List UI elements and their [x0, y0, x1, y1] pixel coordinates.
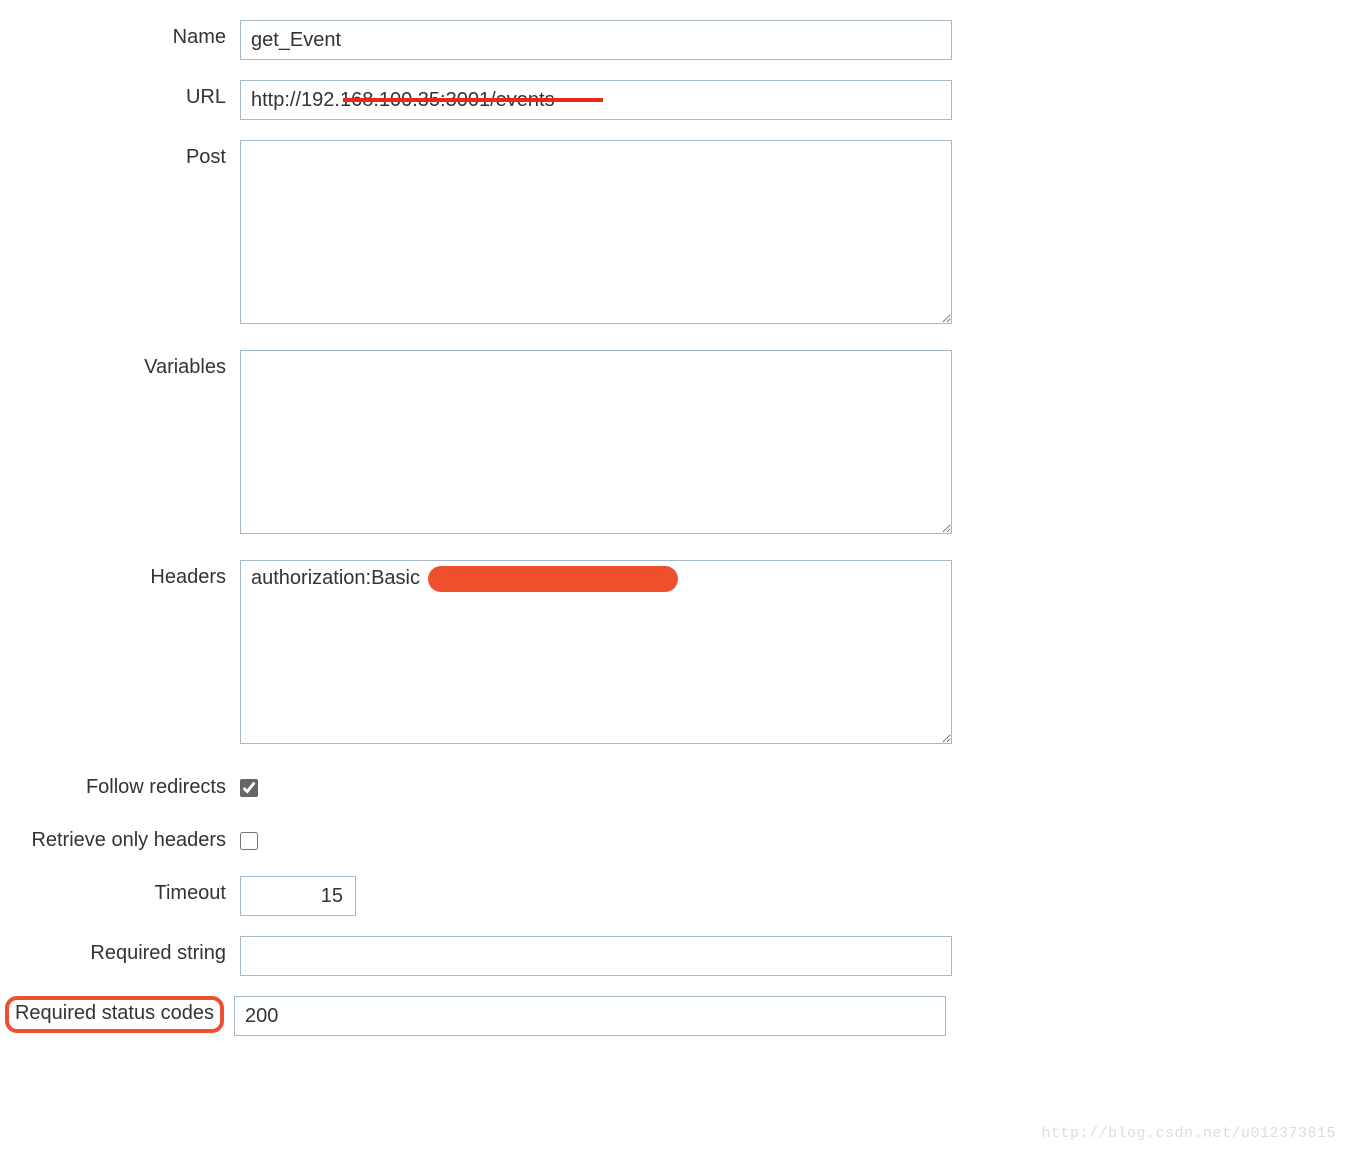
required-status-codes-label: Required status codes	[15, 1002, 214, 1024]
retrieve-only-headers-label: Retrieve only headers	[0, 823, 240, 852]
row-post: Post	[0, 140, 1354, 330]
variables-label: Variables	[0, 350, 240, 379]
row-name: Name	[0, 20, 1354, 60]
name-input[interactable]	[240, 20, 952, 60]
row-url: URL	[0, 80, 1354, 120]
required-status-codes-input[interactable]	[234, 996, 946, 1036]
follow-redirects-label: Follow redirects	[0, 770, 240, 799]
post-label: Post	[0, 140, 240, 169]
variables-textarea[interactable]	[240, 350, 952, 534]
required-string-label: Required string	[0, 936, 240, 965]
watermark-text: http://blog.csdn.net/u012373815	[1041, 1125, 1336, 1142]
headers-label: Headers	[0, 560, 240, 589]
follow-redirects-checkbox[interactable]	[240, 779, 258, 797]
row-required-string: Required string	[0, 936, 1354, 976]
row-follow-redirects: Follow redirects	[0, 770, 1354, 803]
row-headers: Headers	[0, 560, 1354, 750]
timeout-input[interactable]	[240, 876, 356, 916]
post-textarea[interactable]	[240, 140, 952, 324]
headers-textarea[interactable]	[240, 560, 952, 744]
url-input[interactable]	[240, 80, 952, 120]
row-retrieve-only-headers: Retrieve only headers	[0, 823, 1354, 856]
timeout-label: Timeout	[0, 876, 240, 905]
row-variables: Variables	[0, 350, 1354, 540]
retrieve-only-headers-checkbox[interactable]	[240, 832, 258, 850]
required-string-input[interactable]	[240, 936, 952, 976]
required-status-codes-highlight: Required status codes	[5, 996, 224, 1033]
name-label: Name	[0, 20, 240, 49]
row-required-status-codes: Required status codes	[0, 996, 1354, 1036]
row-timeout: Timeout	[0, 876, 1354, 916]
url-label: URL	[0, 80, 240, 109]
